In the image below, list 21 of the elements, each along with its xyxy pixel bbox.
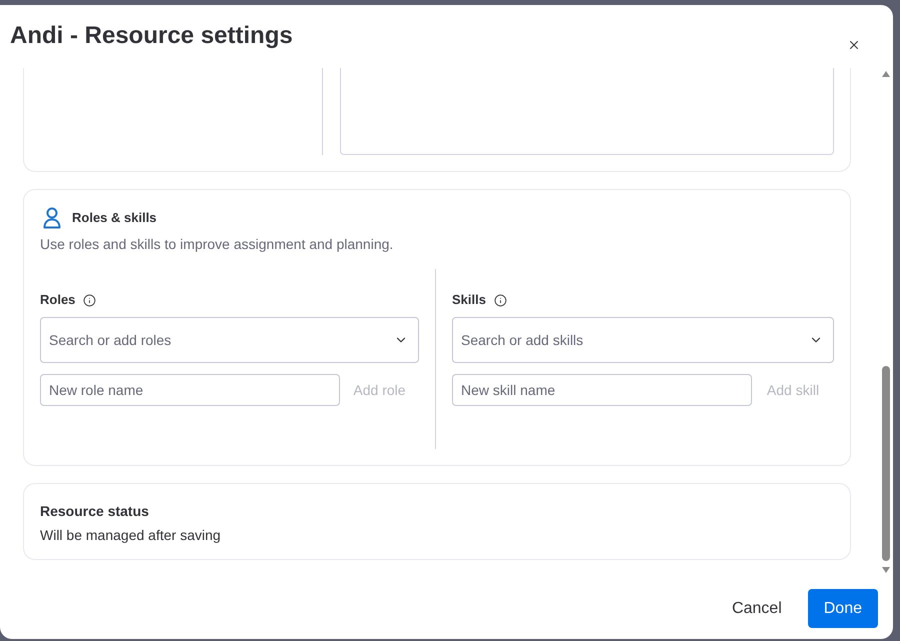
section-title: Roles & skills [72,209,157,228]
person-icon [43,207,61,229]
text-input[interactable]: New skill name [452,374,752,406]
status-text: Will be managed after saving [40,526,222,545]
text-area-field[interactable] [340,68,834,155]
scroll-up-icon[interactable] [882,71,890,77]
info-icon[interactable] [494,294,507,306]
text-input[interactable]: New role name [40,374,340,406]
info-icon[interactable] [83,294,96,306]
close-icon[interactable] [847,38,861,52]
field-label: Skills [452,291,486,310]
field-label: Roles [40,291,76,310]
select-field[interactable]: Search or add roles [40,317,419,363]
status-title: Resource status [40,502,150,521]
scroll-down-icon[interactable] [882,567,890,573]
cancel-button[interactable]: Cancel [716,589,798,628]
select-field[interactable]: Search or add skills [452,317,834,363]
done-button[interactable]: Done [808,589,878,628]
section-description: Use roles and skills to improve assignment and planning. [40,235,394,254]
scrollbar-thumb[interactable] [882,366,890,561]
dialog-title: Andi - Resource settings [10,22,293,50]
